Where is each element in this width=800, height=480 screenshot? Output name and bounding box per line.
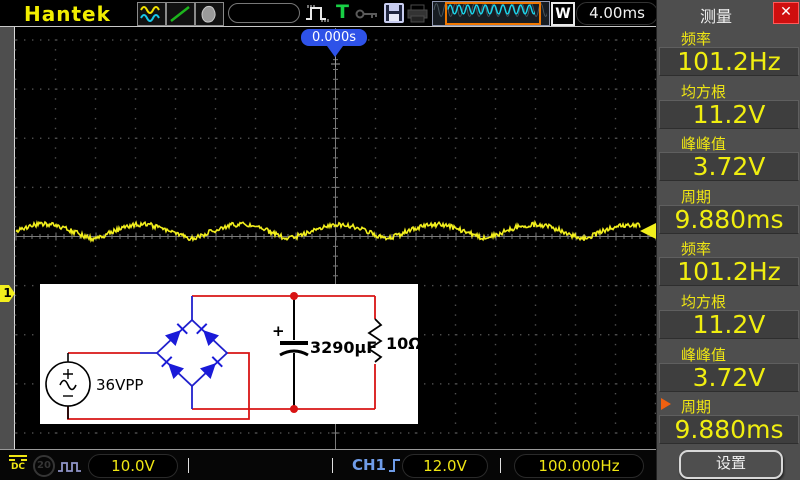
trigger-t-indicator: T: [336, 1, 349, 23]
coupling-label: DC: [10, 462, 26, 472]
trigger-level-readout[interactable]: 12.0V: [402, 454, 488, 478]
trigger-pulse-icon[interactable]: [304, 3, 332, 27]
save-button[interactable]: [383, 2, 405, 28]
printer-icon: [407, 4, 428, 23]
blob-icon: [201, 5, 216, 23]
capacitor-polarity: +: [272, 322, 285, 340]
sidebar-title: 测量: [699, 7, 732, 26]
squarewave-icon[interactable]: [57, 458, 85, 477]
measurement-value: 9.880ms: [659, 204, 799, 234]
measurement-value: 3.72V: [659, 152, 799, 182]
measurement-label: 峰峰值: [681, 135, 727, 154]
floppy-disk-icon: [384, 3, 404, 23]
settings-button[interactable]: 设置: [679, 450, 783, 479]
measurement-value: 9.880ms: [659, 415, 799, 445]
selected-measure-arrow-icon: [661, 398, 671, 411]
bottom-bar: DC 20 10.0V CH1 12.0V 100.000Hz: [0, 449, 656, 480]
source-label: 36VPP: [96, 376, 143, 394]
resistor-label: 10Ω: [386, 334, 418, 353]
rising-edge-icon[interactable]: [388, 456, 402, 478]
sidebar-header: 测量 ✕: [657, 0, 800, 26]
dc-coupling-icon[interactable]: DC: [7, 455, 29, 472]
timebase-readout[interactable]: 4.00ms: [576, 2, 658, 25]
trigger-source-label[interactable]: CH1: [352, 456, 386, 474]
measurement-label: 频率: [681, 30, 712, 48]
w-mode-button[interactable]: W: [551, 2, 575, 26]
measurement-label: 周期: [681, 187, 712, 206]
measurement-value: 101.2Hz: [659, 47, 799, 76]
measure-sidebar: 测量 ✕ 频率 101.2Hz 均方根 11.2V 峰峰值 3.72V 周期 9.880ms 频…: [656, 0, 800, 480]
print-button[interactable]: [406, 3, 430, 28]
measurement-value: 101.2Hz: [659, 257, 799, 287]
diagonal-line-icon: [170, 6, 190, 22]
trigger-position-pointer-icon[interactable]: [327, 46, 343, 57]
channel-waveforms-button[interactable]: [137, 2, 166, 26]
brand-logo: Hantek: [24, 2, 111, 26]
capacitor-label: 3290µF: [310, 338, 377, 357]
lock-key-icon[interactable]: [355, 6, 383, 25]
measurement-value: 3.72V: [659, 362, 799, 392]
measurement-label: 周期: [657, 396, 800, 416]
cursor-line-button[interactable]: [166, 2, 195, 26]
circuit-inset: 36VPP + 3290µF 10Ω: [40, 284, 422, 424]
measurement-value: 11.2V: [659, 310, 799, 339]
trigger-frequency-readout[interactable]: 100.000Hz: [514, 454, 644, 478]
waveform-display: 1 0.000s 36VPP + 3290µF 10Ω: [0, 26, 656, 450]
preview-selection-window[interactable]: [445, 2, 541, 25]
circuit-schematic: 36VPP + 3290µF 10Ω: [45, 292, 422, 420]
measurement-label: 均方根: [681, 293, 727, 311]
close-button[interactable]: ✕: [773, 2, 799, 24]
bandwidth-limit-icon[interactable]: 20: [33, 455, 55, 477]
measurement-value: 11.2V: [659, 99, 799, 129]
hand-tool-button[interactable]: [195, 2, 224, 26]
dual-wave-icon: [140, 6, 160, 22]
measurement-label: 频率: [681, 240, 712, 259]
measurement-label: 峰峰值: [681, 345, 727, 364]
divider: [332, 458, 333, 473]
top-bar: Hantek T W 4.00ms: [0, 0, 658, 28]
waveform-preview-strip[interactable]: [432, 1, 550, 26]
divider: [500, 458, 501, 473]
oscilloscope-screen: Hantek T W 4.00ms 测量 ✕ 频率 101.2Hz 均方根 11…: [0, 0, 800, 480]
measurement-label: 均方根: [681, 82, 727, 101]
preview-cyan-wave: [447, 4, 537, 15]
volts-per-div-readout[interactable]: 10.0V: [88, 454, 178, 478]
divider: [188, 458, 189, 473]
status-pill-empty: [228, 3, 300, 23]
trigger-position-readout[interactable]: 0.000s: [301, 29, 367, 46]
